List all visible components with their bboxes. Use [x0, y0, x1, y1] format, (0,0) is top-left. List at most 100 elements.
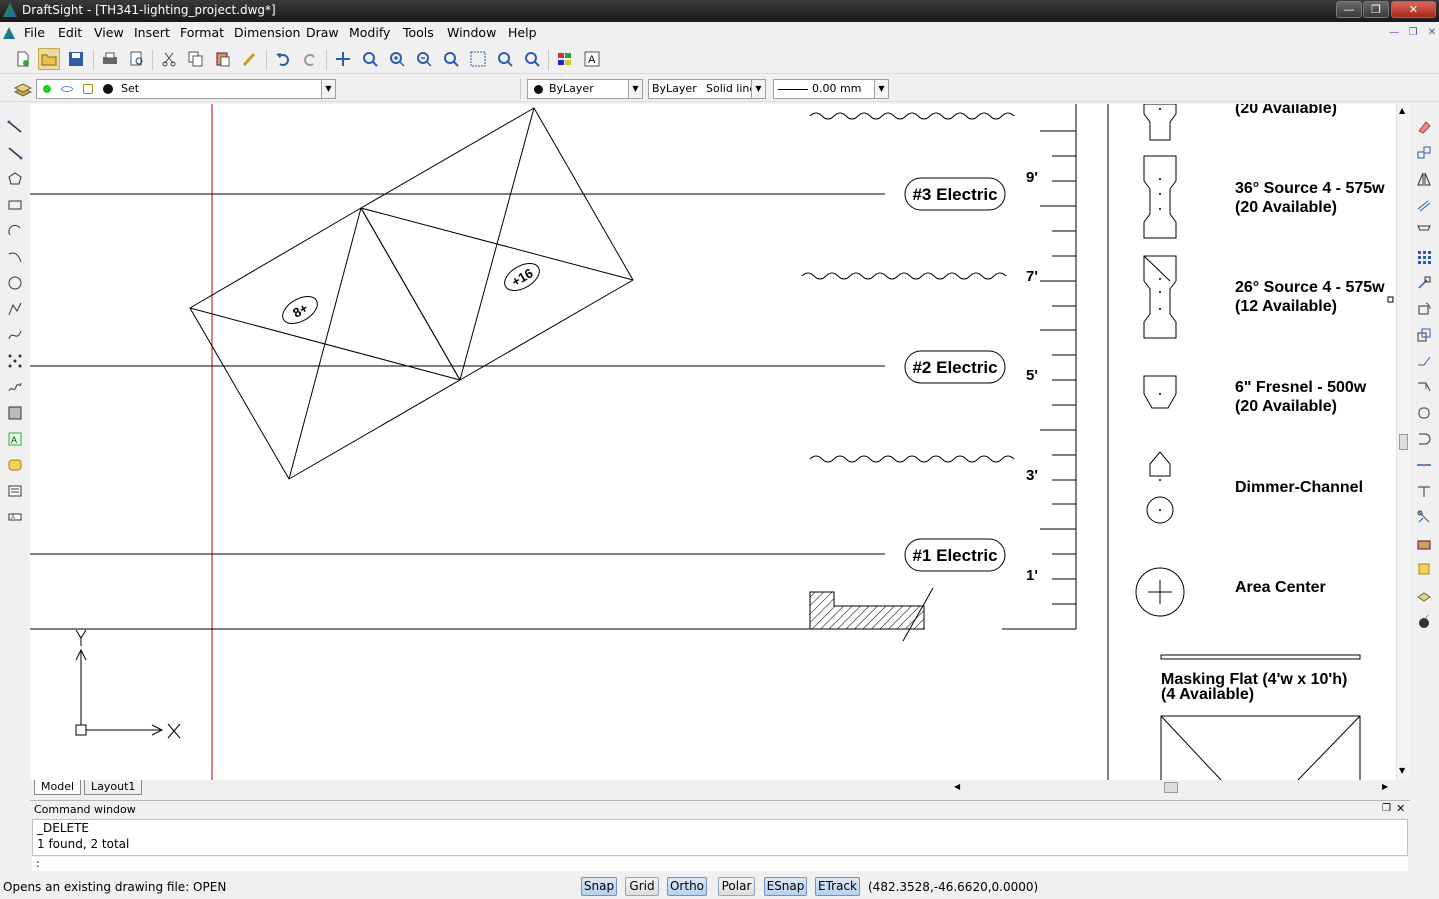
- scroll-left-icon[interactable]: ◀: [954, 782, 960, 791]
- zoom-realtime-icon[interactable]: [359, 48, 381, 70]
- rectangle-icon[interactable]: [4, 194, 26, 216]
- chevron-down-icon[interactable]: ▼: [628, 80, 642, 98]
- simple-note-icon[interactable]: A: [4, 506, 26, 528]
- menu-format[interactable]: Format: [180, 25, 224, 40]
- pattern-icon[interactable]: [1413, 220, 1435, 242]
- menu-dimension[interactable]: Dimension: [234, 25, 300, 40]
- copy-entity-icon[interactable]: [1413, 142, 1435, 164]
- undock-icon[interactable]: ❐: [1382, 803, 1391, 814]
- arc-3point-icon[interactable]: [4, 246, 26, 268]
- chevron-down-icon[interactable]: ▼: [751, 80, 765, 98]
- zoom-previous-icon[interactable]: [440, 48, 462, 70]
- rotate-icon[interactable]: [1413, 298, 1435, 320]
- grid-toggle[interactable]: Grid: [625, 877, 659, 896]
- doc-minimize-icon[interactable]: —: [1386, 26, 1402, 40]
- freehand-icon[interactable]: [4, 376, 26, 398]
- text-style-icon[interactable]: A: [581, 48, 603, 70]
- close-icon[interactable]: ✕: [1396, 802, 1405, 815]
- linestyle-select[interactable]: ByLayer Solid line ▼: [648, 79, 766, 99]
- layer-tools-icon[interactable]: [12, 78, 34, 100]
- trim-icon[interactable]: [1413, 402, 1435, 424]
- format-painter-icon[interactable]: [239, 48, 261, 70]
- copy-icon[interactable]: [185, 48, 207, 70]
- doc-restore-icon[interactable]: ❐: [1405, 26, 1421, 40]
- offset-icon[interactable]: [1413, 194, 1435, 216]
- chamfer-icon[interactable]: [1413, 506, 1435, 528]
- menu-view[interactable]: View: [94, 25, 124, 40]
- open-icon[interactable]: [38, 48, 60, 70]
- scroll-up-icon[interactable]: ▲: [1399, 106, 1405, 115]
- maximize-button[interactable]: ❐: [1363, 1, 1389, 18]
- fillet-icon[interactable]: [1413, 532, 1435, 554]
- polyline-icon[interactable]: [4, 298, 26, 320]
- lengthen-icon[interactable]: [1413, 376, 1435, 398]
- array-icon[interactable]: [1413, 246, 1435, 268]
- horizontal-scrollbar[interactable]: ◀ ▶: [954, 781, 1392, 795]
- zoom-in-icon[interactable]: [386, 48, 408, 70]
- close-button[interactable]: ✕: [1391, 1, 1436, 18]
- redo-icon[interactable]: [299, 48, 321, 70]
- hatch-icon[interactable]: [4, 402, 26, 424]
- paste-icon[interactable]: [212, 48, 234, 70]
- edit-block-icon[interactable]: [1413, 584, 1435, 606]
- ortho-toggle[interactable]: Ortho: [667, 877, 707, 896]
- zoom-fit-icon[interactable]: [494, 48, 516, 70]
- vertical-scrollbar[interactable]: ▲ ▼: [1396, 104, 1410, 780]
- color-select[interactable]: ByLayer ▼: [527, 79, 643, 99]
- move-icon[interactable]: [1413, 272, 1435, 294]
- arc-icon[interactable]: [4, 220, 26, 242]
- point-icon[interactable]: [4, 350, 26, 372]
- save-icon[interactable]: [65, 48, 87, 70]
- block-icon[interactable]: A: [4, 428, 26, 450]
- minimize-button[interactable]: —: [1336, 1, 1362, 18]
- menu-help[interactable]: Help: [508, 25, 537, 40]
- layer-manager-icon[interactable]: [554, 48, 576, 70]
- menu-modify[interactable]: Modify: [349, 25, 390, 40]
- doc-close-icon[interactable]: ✕: [1424, 26, 1439, 40]
- explode-icon[interactable]: [1413, 558, 1435, 580]
- menu-file[interactable]: File: [24, 25, 45, 40]
- bomb-icon[interactable]: [1413, 610, 1435, 632]
- zoom-extents-icon[interactable]: [521, 48, 543, 70]
- polygon-icon[interactable]: [4, 168, 26, 190]
- scroll-right-icon[interactable]: ▶: [1382, 782, 1388, 791]
- esnap-toggle[interactable]: ESnap: [764, 877, 807, 896]
- menu-tools[interactable]: Tools: [403, 25, 434, 40]
- zoom-out-icon[interactable]: [413, 48, 435, 70]
- menu-draw[interactable]: Draw: [306, 25, 339, 40]
- zoom-window-icon[interactable]: [467, 48, 489, 70]
- menu-edit[interactable]: Edit: [58, 25, 82, 40]
- menu-window[interactable]: Window: [447, 25, 496, 40]
- document-icon[interactable]: [3, 27, 15, 39]
- print-icon[interactable]: [99, 48, 121, 70]
- note-icon[interactable]: [4, 480, 26, 502]
- eraser-icon[interactable]: [1413, 116, 1435, 138]
- chevron-down-icon[interactable]: ▼: [874, 80, 888, 98]
- tab-model[interactable]: Model: [34, 780, 82, 795]
- extend-icon[interactable]: [1413, 428, 1435, 450]
- undo-icon[interactable]: [272, 48, 294, 70]
- menu-insert[interactable]: Insert: [134, 25, 170, 40]
- spline-icon[interactable]: [4, 324, 26, 346]
- print-preview-icon[interactable]: [126, 48, 148, 70]
- mirror-icon[interactable]: [1413, 168, 1435, 190]
- break-icon[interactable]: [1413, 454, 1435, 476]
- lineweight-select[interactable]: 0.00 mm ▼: [773, 79, 889, 99]
- line-icon[interactable]: [4, 116, 26, 138]
- etrack-toggle[interactable]: ETrack: [815, 877, 860, 896]
- scroll-thumb[interactable]: [1164, 782, 1178, 793]
- stretch-icon[interactable]: [1413, 350, 1435, 372]
- scroll-thumb[interactable]: [1399, 434, 1408, 450]
- infinite-line-icon[interactable]: [4, 142, 26, 164]
- circle-icon[interactable]: [4, 272, 26, 294]
- cut-icon[interactable]: [158, 48, 180, 70]
- scale-icon[interactable]: [1413, 324, 1435, 346]
- layer-select[interactable]: Set ▼: [36, 79, 336, 99]
- join-icon[interactable]: [1413, 480, 1435, 502]
- new-icon[interactable]: [12, 48, 34, 70]
- region-icon[interactable]: [4, 454, 26, 476]
- scroll-down-icon[interactable]: ▼: [1399, 766, 1405, 775]
- pan-icon[interactable]: [332, 48, 354, 70]
- chevron-down-icon[interactable]: ▼: [321, 80, 335, 98]
- tab-layout1[interactable]: Layout1: [84, 780, 143, 795]
